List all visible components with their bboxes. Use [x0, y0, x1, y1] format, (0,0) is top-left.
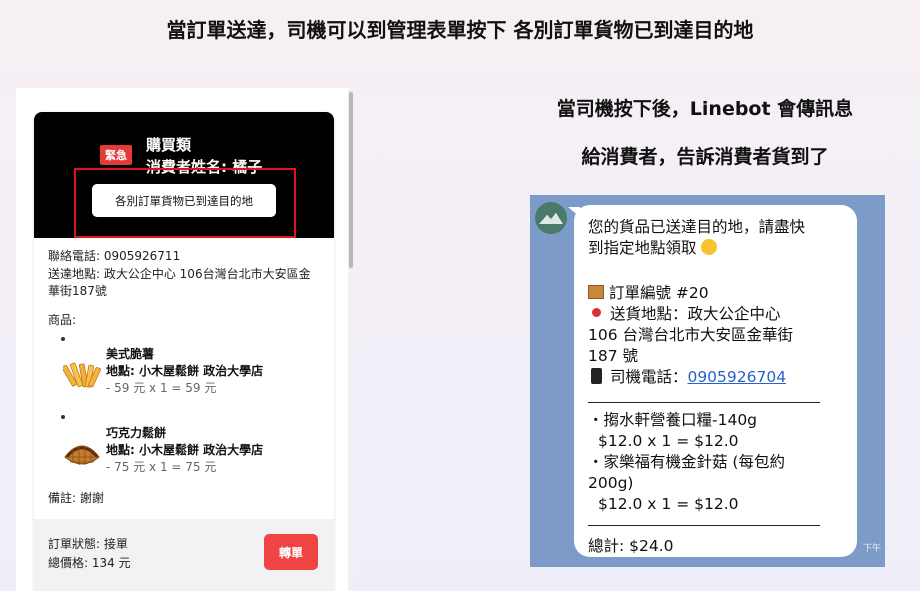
order-card-footer: 訂單狀態: 接單 總價格: 134 元 轉單	[34, 519, 334, 591]
list-bullet	[61, 337, 65, 341]
order-number: 訂單編號 #20	[608, 284, 709, 302]
list-bullet	[61, 415, 65, 419]
location-pin-icon	[592, 308, 601, 317]
order-status: 訂單狀態: 接單	[48, 537, 128, 551]
order-note: 備註: 謝謝	[48, 491, 104, 505]
package-icon	[588, 285, 604, 299]
line-sub-heading-2: 給消費者，告訴消費者貨到了	[581, 146, 829, 168]
message-items: ・搊水軒營養口糧-140g $12.0 x 1 = $12.0 ・家樂福有機金針…	[588, 410, 844, 515]
message-order-info: 訂單編號 #20 送貨地點：政大公企中心 106 台灣台北市大安區金華街 187…	[588, 283, 844, 388]
item-name: 200g)	[588, 474, 634, 492]
item-price: $12.0 x 1 = $12.0	[598, 495, 739, 513]
admin-panel: 緊急 購買類 消費者姓名: 橘子 各別訂單貨物已到達目的地 聯絡電話: 0905…	[16, 88, 354, 591]
item-price: - 75 元 x 1 = 75 元	[106, 460, 217, 474]
driver-phone-label: 司機電話：	[609, 368, 688, 386]
delivery-address: 106 台灣台北市大安區金華街	[588, 326, 794, 344]
scrollbar-thumb[interactable]	[349, 92, 353, 268]
item-price: - 59 元 x 1 = 59 元	[106, 381, 217, 395]
delivery-address: 送達地點: 政大公企中心 106台灣台北市大安區金華街187號	[48, 267, 311, 298]
order-total-price: 總價格: 134 元	[48, 556, 131, 570]
divider	[588, 525, 820, 526]
order-card: 緊急 購買類 消費者姓名: 橘子 各別訂單貨物已到達目的地 聯絡電話: 0905…	[34, 112, 334, 591]
item-name: ・家樂福有機金針菇 (每包約	[588, 453, 785, 471]
goods-arrived-button[interactable]: 各別訂單貨物已到達目的地	[92, 184, 276, 217]
order-category: 購買類	[146, 136, 192, 154]
driver-phone-link[interactable]: 0905926704	[687, 368, 786, 386]
list-item: 巧克力鬆餅 地點: 小木屋鬆餅 政治大學店 - 75 元 x 1 = 75 元	[106, 425, 263, 476]
page-heading: 當訂單送達，司機可以到管理表單按下 各別訂單貨物已到達目的地	[166, 18, 754, 42]
contact-phone: 聯絡電話: 0905926711	[48, 249, 181, 263]
item-name: ・搊水軒營養口糧-140g	[588, 411, 758, 429]
item-name: 美式脆薯	[106, 347, 155, 361]
mountain-avatar-icon	[535, 202, 567, 234]
message-intro: 您的貨品已送達目的地，請盡快 到指定地點領取	[588, 217, 844, 259]
mobile-phone-icon	[591, 368, 602, 384]
line-chat-window: 您的貨品已送達目的地，請盡快 到指定地點領取 訂單編號 #20 送貨地點：政大公…	[530, 195, 885, 567]
smile-emoji-icon	[701, 239, 718, 255]
order-card-header: 緊急 購買類 消費者姓名: 橘子 各別訂單貨物已到達目的地	[34, 112, 334, 238]
urgent-badge: 緊急	[100, 145, 132, 165]
delivery-address: 送貨地點：政大公企中心	[609, 305, 781, 323]
intro-line: 您的貨品已送達目的地，請盡快	[588, 218, 806, 236]
message-time: 下午	[863, 544, 882, 554]
line-sub-heading-1: 當司機按下後，Linebot 會傳訊息	[556, 98, 854, 120]
fries-icon	[63, 362, 101, 388]
transfer-order-button[interactable]: 轉單	[264, 534, 318, 570]
item-name: 巧克力鬆餅	[106, 426, 167, 440]
goods-label: 商品:	[48, 313, 77, 327]
message-total: 總計: $24.0	[588, 537, 674, 555]
list-item: 美式脆薯 地點: 小木屋鬆餅 政治大學店 - 59 元 x 1 = 59 元	[106, 346, 263, 397]
item-location: 地點: 小木屋鬆餅 政治大學店	[106, 443, 264, 457]
message-bubble: 您的貨品已送達目的地，請盡快 到指定地點領取 訂單編號 #20 送貨地點：政大公…	[574, 205, 857, 557]
divider	[588, 402, 820, 403]
intro-line: 到指定地點領取	[588, 239, 697, 257]
item-location: 地點: 小木屋鬆餅 政治大學店	[106, 364, 264, 378]
delivery-address: 187 號	[588, 347, 639, 365]
item-price: $12.0 x 1 = $12.0	[598, 432, 739, 450]
waffle-icon	[64, 445, 100, 465]
